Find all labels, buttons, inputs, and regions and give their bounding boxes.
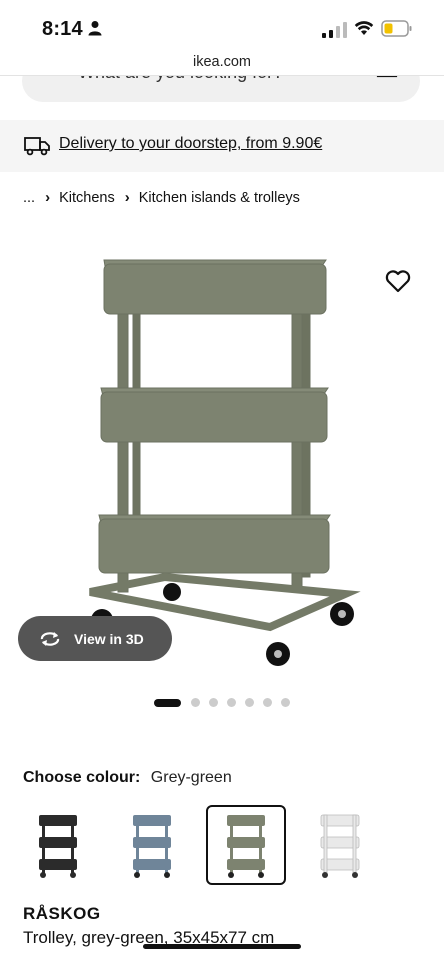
truck-icon xyxy=(24,137,50,156)
carousel-dot[interactable] xyxy=(245,698,254,707)
url-bar[interactable]: ikea.com xyxy=(0,54,444,70)
colour-swatches xyxy=(18,805,394,885)
swatch-white[interactable] xyxy=(300,805,380,885)
breadcrumb-islands-trolleys[interactable]: Kitchen islands & trolleys xyxy=(139,190,300,206)
trolley-thumbnail xyxy=(320,814,360,878)
trolley-thumbnail xyxy=(227,815,265,878)
carousel-dot[interactable] xyxy=(154,698,181,707)
swatch-black[interactable] xyxy=(18,805,98,885)
person-icon xyxy=(88,21,102,36)
status-time: 8:14 xyxy=(42,18,83,40)
delivery-banner[interactable]: Delivery to your doorstep, from 9.90€ xyxy=(0,120,444,172)
header-divider xyxy=(0,75,444,76)
view-in-3d-label: View in 3D xyxy=(74,630,144,647)
trolley-thumbnail xyxy=(133,815,171,878)
carousel-indicator xyxy=(154,698,299,707)
breadcrumb-kitchens[interactable]: Kitchens xyxy=(59,190,115,206)
chevron-right-icon: › xyxy=(45,189,51,206)
swatch-grey-green[interactable] xyxy=(206,805,286,885)
carousel-dot[interactable] xyxy=(263,698,272,707)
swatch-blue[interactable] xyxy=(112,805,192,885)
trolley-thumbnail xyxy=(39,815,77,878)
carousel-dot[interactable] xyxy=(209,698,218,707)
rotate-3d-icon xyxy=(40,631,60,646)
choose-colour-label: Choose colour: xyxy=(23,769,141,786)
colour-chooser-label: Choose colour: Grey-green xyxy=(23,769,232,787)
signal-icon xyxy=(322,22,347,38)
carousel-dot[interactable] xyxy=(191,698,200,707)
delivery-link[interactable]: Delivery to your doorstep, from 9.90€ xyxy=(59,135,322,153)
status-bar-overlay: 8:14 ikea.com xyxy=(0,0,444,70)
breadcrumb-ellipsis[interactable]: ... xyxy=(23,190,35,206)
breadcrumb: ... › Kitchens › Kitchen islands & troll… xyxy=(23,189,300,206)
carousel-dot[interactable] xyxy=(281,698,290,707)
wifi-icon xyxy=(354,21,374,35)
selected-colour-value: Grey-green xyxy=(150,769,232,786)
battery-icon xyxy=(381,20,412,37)
product-name: RÅSKOG xyxy=(23,904,101,923)
chevron-right-icon: › xyxy=(124,189,130,206)
heart-icon[interactable] xyxy=(385,268,411,294)
view-in-3d-button[interactable]: View in 3D xyxy=(18,616,172,661)
carousel-dot[interactable] xyxy=(227,698,236,707)
home-indicator[interactable] xyxy=(143,944,301,949)
